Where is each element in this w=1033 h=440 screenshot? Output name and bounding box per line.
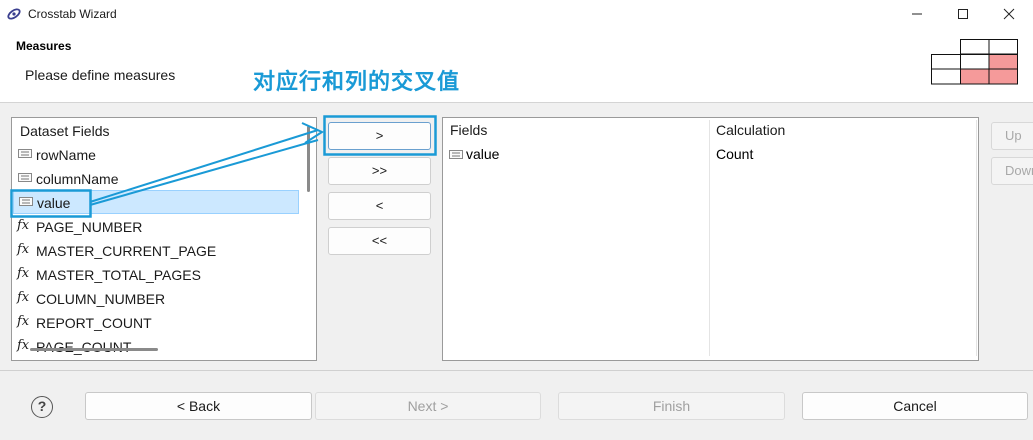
finish-button[interactable]: Finish <box>558 392 785 420</box>
field-icon <box>18 149 32 158</box>
list-item-page-count[interactable]: fx PAGE_COUNT <box>13 335 299 359</box>
field-icon <box>18 173 32 182</box>
column-divider <box>976 120 977 356</box>
dataset-fields-header: Dataset Fields <box>20 123 110 139</box>
next-button[interactable]: Next > <box>315 392 541 420</box>
remove-button[interactable]: < <box>328 192 431 220</box>
row-field-value: value <box>466 146 500 162</box>
list-item-master-current-page[interactable]: fx MASTER_CURRENT_PAGE <box>13 239 299 263</box>
horizontal-scrollbar[interactable] <box>30 348 158 351</box>
close-icon <box>1003 8 1015 20</box>
function-icon: fx <box>17 266 30 281</box>
help-icon[interactable]: ? <box>31 396 53 418</box>
vertical-scrollbar[interactable] <box>307 126 310 192</box>
list-item-rowname[interactable]: rowName <box>13 143 299 167</box>
cancel-button[interactable]: Cancel <box>802 392 1028 420</box>
title-bar: Crosstab Wizard <box>0 0 1033 28</box>
maximize-button[interactable] <box>940 0 986 28</box>
list-item-master-total-pages[interactable]: fx MASTER_TOTAL_PAGES <box>13 263 299 287</box>
wizard-header: Measures Please define measures 对应行和列的交叉… <box>0 28 1033 103</box>
column-header-fields[interactable]: Fields <box>450 122 487 138</box>
down-button[interactable]: Down <box>991 157 1033 185</box>
back-button[interactable]: < Back <box>85 392 312 420</box>
dataset-fields-list[interactable]: Dataset Fields rowName columnName value … <box>11 117 317 361</box>
list-item-report-count[interactable]: fx REPORT_COUNT <box>13 311 299 335</box>
field-icon <box>449 150 463 159</box>
function-icon: fx <box>17 290 30 305</box>
table-row[interactable]: value Count <box>445 144 975 166</box>
minimize-icon <box>912 13 922 15</box>
function-icon: fx <box>17 218 30 233</box>
annotation-text: 对应行和列的交叉值 <box>253 69 461 94</box>
function-icon: fx <box>17 242 30 257</box>
remove-all-button[interactable]: << <box>328 227 431 255</box>
close-button[interactable] <box>986 0 1032 28</box>
window-title: Crosstab Wizard <box>28 7 117 21</box>
add-all-button[interactable]: >> <box>328 157 431 185</box>
field-icon <box>19 197 33 206</box>
list-item-column-number[interactable]: fx COLUMN_NUMBER <box>13 287 299 311</box>
up-button[interactable]: Up <box>991 122 1033 150</box>
measures-table[interactable]: Fields Calculation value Count <box>442 117 979 361</box>
function-icon: fx <box>17 338 30 353</box>
minimize-button[interactable] <box>894 0 940 28</box>
list-item-columnname[interactable]: columnName <box>13 167 299 191</box>
page-description: Please define measures <box>25 67 176 83</box>
maximize-icon <box>958 9 968 19</box>
app-icon <box>7 8 21 20</box>
crosstab-preview-icon <box>931 39 1018 85</box>
column-header-calculation[interactable]: Calculation <box>716 122 785 138</box>
row-calculation-value: Count <box>716 146 754 162</box>
list-item-value[interactable]: value <box>13 190 299 214</box>
add-button[interactable]: > <box>328 122 431 150</box>
list-item-page-number[interactable]: fx PAGE_NUMBER <box>13 215 299 239</box>
function-icon: fx <box>17 314 30 329</box>
page-title: Measures <box>16 39 72 53</box>
